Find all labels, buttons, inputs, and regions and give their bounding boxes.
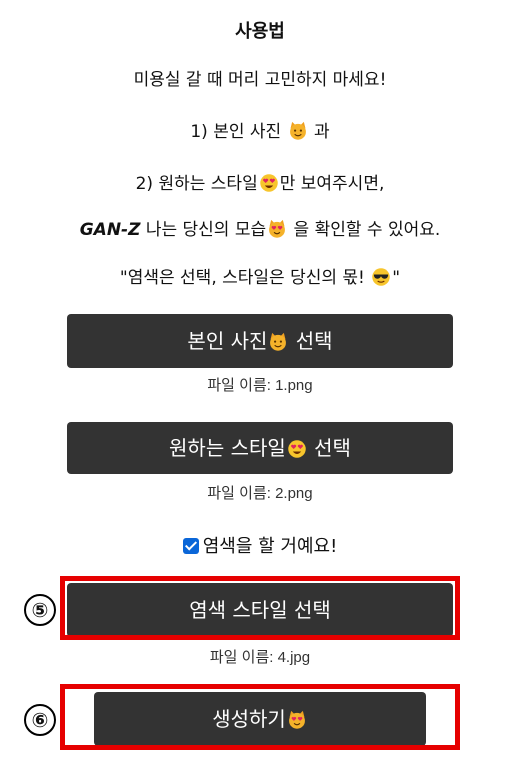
select-style-button[interactable]: 원하는 스타일 선택	[67, 422, 453, 474]
step2-suffix: 만 보여주시면,	[279, 174, 385, 194]
step2-text: 2) 원하는 스타일	[135, 174, 258, 194]
highlight-box-6	[60, 684, 460, 750]
brand-name: GAN-Z	[79, 220, 141, 240]
slogan-text: "염색은 선택, 스타일은 당신의 몫!	[119, 268, 365, 288]
highlight-box-5	[60, 576, 460, 640]
cat-face-icon	[289, 121, 307, 141]
dye-checkbox-label[interactable]: 염색을 할 거예요!	[203, 536, 338, 557]
sunglasses-face-icon	[371, 267, 391, 287]
heart-eyes-face-icon	[259, 174, 278, 192]
step1-suffix: 과	[314, 122, 330, 142]
step2-line: 2) 원하는 스타일 만 보여주시면,	[0, 172, 520, 196]
result-line: GAN-Z 나는 당신의 모습 을 확인할 수 있어요.	[0, 218, 520, 242]
select-photo-suffix: 선택	[295, 329, 333, 353]
dye-option-row[interactable]: 염색을 할 거예요!	[0, 532, 520, 558]
heart-eyes-face-icon	[288, 440, 306, 458]
intro-line: 미용실 갈 때 머리 고민하지 마세요!	[133, 70, 387, 90]
select-photo-label: 본인 사진	[187, 329, 268, 353]
slogan-line: "염색은 선택, 스타일은 당신의 몫! "	[0, 266, 520, 290]
step1-line: 1) 본인 사진 과	[0, 120, 520, 144]
heart-eyes-cat-icon	[268, 219, 286, 239]
step1-text: 1) 본인 사진	[190, 122, 282, 142]
result-text: 나는 당신의 모습	[145, 220, 267, 240]
style-filename: 파일 이름: 2.png	[207, 485, 313, 502]
result-suffix: 을 확인할 수 있어요.	[293, 220, 441, 240]
slogan-suffix: "	[392, 268, 401, 288]
annotation-marker-6: ⑥	[24, 704, 56, 736]
cat-face-icon	[269, 332, 287, 352]
photo-filename: 파일 이름: 1.png	[207, 377, 313, 394]
usage-page: 사용법 미용실 갈 때 머리 고민하지 마세요! 1) 본인 사진 과 2) 원…	[0, 0, 520, 760]
dye-filename: 파일 이름: 4.jpg	[209, 649, 311, 666]
usage-title: 사용법	[235, 21, 285, 42]
select-photo-button[interactable]: 본인 사진 선택	[67, 314, 453, 368]
select-style-label: 원하는 스타일	[169, 436, 286, 460]
select-style-suffix: 선택	[314, 436, 351, 460]
annotation-marker-5: ⑤	[24, 594, 56, 626]
dye-checkbox[interactable]	[182, 538, 199, 554]
